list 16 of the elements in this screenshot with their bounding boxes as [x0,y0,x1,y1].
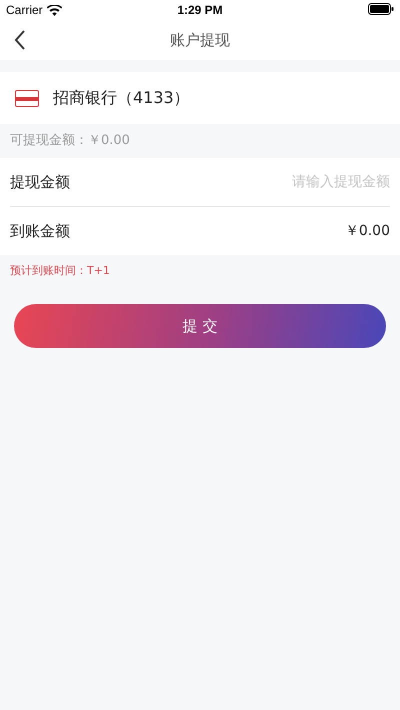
amount-input[interactable]: 请输入提现金额 [210,174,390,190]
available-balance: 可提现金额：￥0.00 [9,132,131,150]
battery-icon [368,2,394,14]
submit-button[interactable]: 提 交 [14,304,386,348]
amount-label: 提现金额 [10,172,70,192]
received-amount: ￥0.00 [344,222,390,240]
arrival-time-note: 预计到账时间：T+1 [9,263,111,279]
wifi-icon [46,4,62,16]
bank-card-row[interactable]: 招商银行（4133） [0,72,400,124]
page-title: 账户提现 [170,30,230,50]
bank-card-icon [15,90,39,106]
carrier-label: Carrier [6,3,43,17]
received-label: 到账金额 [10,222,70,240]
back-icon[interactable] [14,30,26,50]
bank-name: 招商银行（4133） [53,88,190,108]
status-time: 1:29 PM [177,3,223,17]
